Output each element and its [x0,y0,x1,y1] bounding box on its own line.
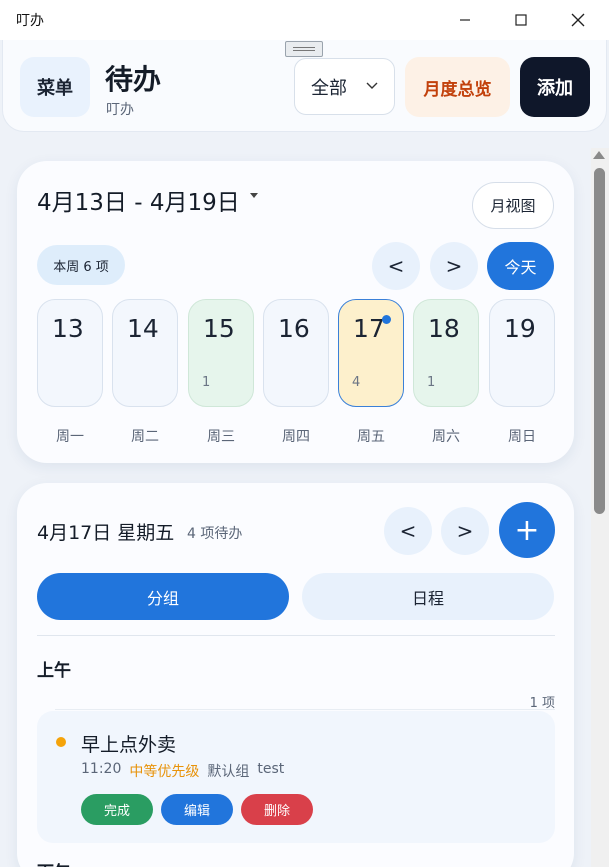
week-range[interactable]: 4月13日 - 4月19日 [37,183,240,217]
group-title: 下午 [37,858,71,867]
day-number: 18 [428,314,460,343]
page-title: 待办 [105,63,162,96]
day-cell-mon[interactable]: 13 [37,299,103,407]
weekday-label: 周三 [207,429,235,445]
minimize-icon [460,19,470,21]
divider [37,635,555,636]
day-cell-wed[interactable]: 15 1 [188,299,254,407]
task-priority: 中等优先级 [129,764,200,780]
priority-dot-icon [56,737,66,747]
task-meta: 11:20 中等优先级 默认组 test [81,761,292,781]
monthly-overview-button[interactable]: 月度总览 [405,57,510,117]
close-button[interactable] [550,0,606,40]
add-task-button[interactable]: + [499,502,555,558]
today-dot-icon [382,315,391,324]
maximize-button[interactable] [493,0,549,40]
complete-button[interactable]: 完成 [81,794,153,825]
week-next-button[interactable]: > [430,242,478,290]
day-number: 15 [203,314,235,343]
add-button[interactable]: 添加 [520,57,590,117]
day-task-count: 4 [352,375,361,390]
task-time: 11:20 [81,761,122,777]
drag-handle[interactable] [285,41,323,57]
window-title: 叮办 [16,13,44,29]
day-number: 17 [353,314,385,343]
weekday-label: 周日 [508,429,536,445]
weekday-label: 周六 [432,429,460,445]
group-divider [55,709,555,710]
weekday-label: 周五 [357,429,385,445]
day-prev-button[interactable]: < [384,507,432,555]
scroll-up-icon[interactable] [593,151,605,159]
filter-select[interactable]: 全部 [294,58,395,115]
day-title: 4月17日 星期五 [37,522,175,544]
tab-group[interactable]: 分组 [37,573,289,620]
weekday-label: 周一 [56,429,84,445]
day-cell-sat[interactable]: 18 1 [413,299,479,407]
day-number: 19 [504,314,536,343]
task-tag: test [257,761,285,777]
page-subtitle: 叮办 [106,102,134,118]
filter-select-value: 全部 [311,77,347,99]
tab-schedule[interactable]: 日程 [302,573,554,620]
week-count-badge: 本周 6 项 [37,245,125,285]
day-task-count: 1 [427,375,436,390]
day-next-button[interactable]: > [441,507,489,555]
day-number: 13 [52,314,84,343]
day-number: 14 [127,314,159,343]
task-title: 早上点外卖 [81,734,177,756]
day-cell-sun[interactable]: 19 [489,299,555,407]
day-cell-tue[interactable]: 14 [112,299,178,407]
chevron-down-icon [366,82,378,89]
week-prev-button[interactable]: < [372,242,420,290]
close-icon [571,13,585,27]
day-cell-thu[interactable]: 16 [263,299,329,407]
day-pending-count: 4 项待办 [187,526,243,542]
minimize-button[interactable] [437,0,493,40]
month-view-button[interactable]: 月视图 [472,182,554,229]
edit-button[interactable]: 编辑 [161,794,233,825]
range-dropdown-icon[interactable] [250,193,258,198]
weekday-label: 周二 [131,429,159,445]
menu-button[interactable]: 菜单 [20,57,90,117]
weekday-label: 周四 [282,429,310,445]
group-title: 上午 [37,661,71,681]
scrollbar-thumb[interactable] [594,168,605,514]
maximize-icon [515,14,527,26]
today-button[interactable]: 今天 [487,242,554,290]
day-cell-fri[interactable]: 17 4 [338,299,404,407]
delete-button[interactable]: 删除 [241,794,313,825]
day-task-count: 1 [202,375,211,390]
task-group: 默认组 [207,764,250,780]
day-number: 16 [278,314,310,343]
